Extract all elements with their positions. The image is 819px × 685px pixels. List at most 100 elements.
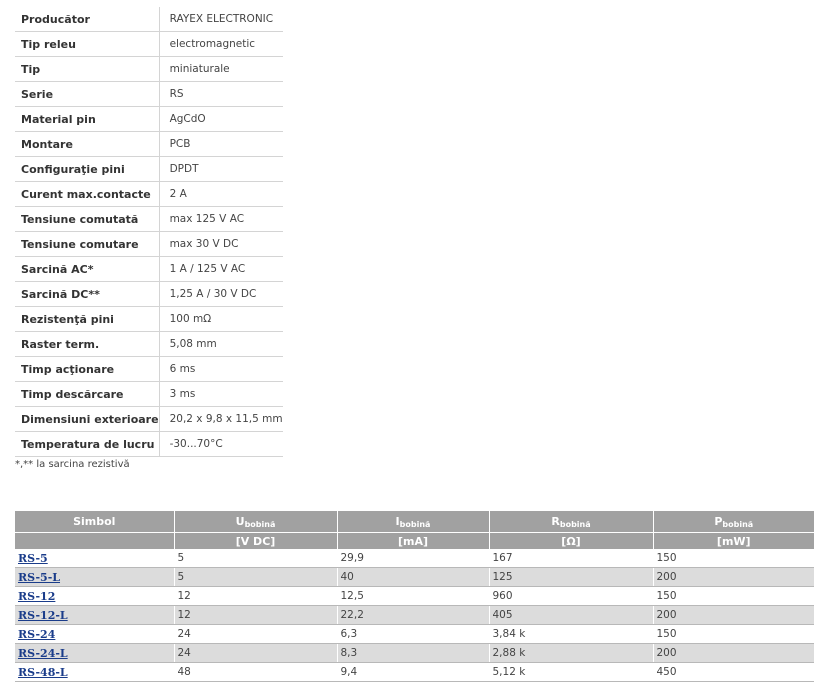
spec-label: Temperatura de lucru: [15, 431, 160, 457]
spec-label: Montare: [15, 131, 160, 157]
spec-row: Tip releu electromagnetic: [15, 31, 283, 57]
spec-row: Tensiune comutată max 125 V AC: [15, 206, 283, 232]
column-header: Ibobină: [337, 511, 490, 533]
spec-label: Producător: [15, 7, 160, 32]
column-header: Ubobină: [174, 511, 338, 533]
table-cell: 200: [653, 605, 814, 625]
table-cell: 6,3: [337, 624, 490, 644]
table-row: RS-5 5 29,9 167 150: [15, 549, 814, 568]
spec-row: Sarcină DC** 1,25 A / 30 V DC: [15, 281, 283, 307]
spec-label: Raster term.: [15, 331, 160, 357]
spec-label: Tip releu: [15, 31, 160, 57]
table-cell: 5,12 k: [489, 662, 654, 682]
spec-label: Curent max.contacte: [15, 181, 160, 207]
model-cell: RS-24-L: [15, 643, 175, 663]
column-header-subscript: bobină: [399, 519, 431, 529]
coil-table-unit-row: [V DC] [mA] [Ω] [mW]: [15, 532, 814, 549]
table-row: RS-48-L 48 9,4 5,12 k 450: [15, 662, 814, 682]
column-header-symbol: U: [235, 514, 245, 528]
table-cell: 24: [174, 624, 338, 644]
model-link[interactable]: RS-24-L: [18, 647, 68, 660]
spec-row: Raster term. 5,08 mm: [15, 331, 283, 357]
spec-value: max 30 V DC: [158, 231, 283, 257]
table-cell: 24: [174, 643, 338, 663]
table-cell: 167: [489, 549, 654, 568]
table-cell: 40: [337, 567, 490, 587]
spec-label: Configuraţie pini: [15, 156, 160, 182]
table-cell: 22,2: [337, 605, 490, 625]
table-cell: 8,3: [337, 643, 490, 663]
table-cell: 9,4: [337, 662, 490, 682]
spec-value: 5,08 mm: [158, 331, 283, 357]
table-cell: 12: [174, 586, 338, 606]
spec-label: Dimensiuni exterioare: [15, 406, 160, 432]
spec-row: Montare PCB: [15, 131, 283, 157]
model-cell: RS-24: [15, 624, 175, 644]
specifications-table: Producător RAYEX ELECTRONIC Tip releu elect…: [15, 7, 283, 457]
spec-row: Serie RS: [15, 81, 283, 107]
spec-row: Dimensiuni exterioare 20,2 x 9,8 x 11,5 m…: [15, 406, 283, 432]
column-header-subscript: bobină: [244, 519, 276, 529]
model-cell: RS-5: [15, 549, 175, 568]
spec-label: Material pin: [15, 106, 160, 132]
table-row: RS-5-L 5 40 125 200: [15, 567, 814, 587]
spec-row: Rezistenţă pini 100 mΩ: [15, 306, 283, 332]
column-unit: [mW]: [653, 532, 814, 549]
spec-value: 1 A / 125 V AC: [158, 256, 283, 282]
table-cell: 125: [489, 567, 654, 587]
table-cell: 12: [174, 605, 338, 625]
spec-value: 6 ms: [158, 356, 283, 382]
column-header-symbol: Simbol: [73, 515, 116, 528]
model-link[interactable]: RS-12-L: [18, 609, 68, 622]
spec-row: Timp descărcare 3 ms: [15, 381, 283, 407]
model-cell: RS-12: [15, 586, 175, 606]
spec-value: AgCdO: [158, 106, 283, 132]
model-cell: RS-12-L: [15, 605, 175, 625]
spec-value: RS: [158, 81, 283, 107]
column-unit: [V DC]: [174, 532, 338, 549]
model-link[interactable]: RS-5-L: [18, 571, 60, 584]
spec-label: Tip: [15, 56, 160, 82]
table-cell: 150: [653, 549, 814, 568]
spec-value: 1,25 A / 30 V DC: [158, 281, 283, 307]
model-link[interactable]: RS-24: [18, 628, 55, 641]
model-link[interactable]: RS-5: [18, 552, 48, 565]
spec-row: Curent max.contacte 2 A: [15, 181, 283, 207]
column-unit: [mA]: [337, 532, 490, 549]
column-unit: [15, 532, 175, 549]
coil-variants-table: Simbol Ubobină Ibobină Rbobină Pbobină [V DC…: [15, 511, 814, 682]
spec-value: 100 mΩ: [158, 306, 283, 332]
spec-label: Timp descărcare: [15, 381, 160, 407]
spec-value: 3 ms: [158, 381, 283, 407]
table-row: RS-24 24 6,3 3,84 k 150: [15, 624, 814, 644]
table-row: RS-24-L 24 8,3 2,88 k 200: [15, 643, 814, 663]
spec-label: Timp acţionare: [15, 356, 160, 382]
table-cell: 2,88 k: [489, 643, 654, 663]
table-cell: 200: [653, 643, 814, 663]
spec-value: miniaturale: [158, 56, 283, 82]
spec-label: Sarcină DC**: [15, 281, 160, 307]
table-cell: 48: [174, 662, 338, 682]
column-header-symbol: R: [551, 514, 560, 528]
model-link[interactable]: RS-12: [18, 590, 55, 603]
spec-value: max 125 V AC: [158, 206, 283, 232]
model-cell: RS-5-L: [15, 567, 175, 587]
column-header: Rbobină: [489, 511, 654, 533]
spec-label: Tensiune comutare: [15, 231, 160, 257]
table-cell: 150: [653, 624, 814, 644]
column-header-subscript: bobină: [722, 519, 754, 529]
spec-value: 2 A: [158, 181, 283, 207]
spec-row: Producător RAYEX ELECTRONIC: [15, 7, 283, 32]
spec-label: Serie: [15, 81, 160, 107]
column-header: Simbol: [15, 511, 175, 533]
table-cell: 150: [653, 586, 814, 606]
spec-label: Sarcină AC*: [15, 256, 160, 282]
spec-label: Tensiune comutată: [15, 206, 160, 232]
spec-row: Timp acţionare 6 ms: [15, 356, 283, 382]
spec-value: 20,2 x 9,8 x 11,5 mm: [158, 406, 283, 432]
model-cell: RS-48-L: [15, 662, 175, 682]
spec-label: Rezistenţă pini: [15, 306, 160, 332]
column-unit: [Ω]: [489, 532, 654, 549]
spec-row: Tip miniaturale: [15, 56, 283, 82]
model-link[interactable]: RS-48-L: [18, 666, 68, 679]
